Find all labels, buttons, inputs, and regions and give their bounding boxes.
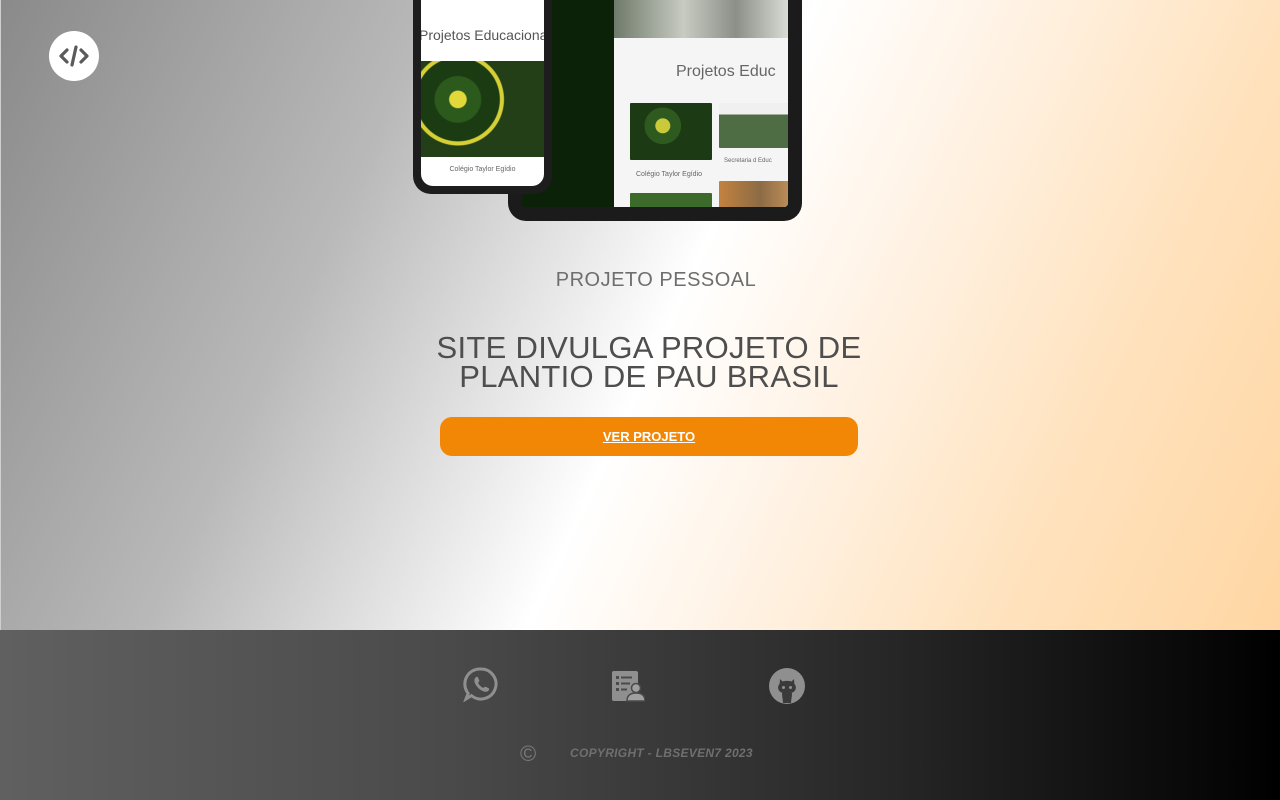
phone-title: Projetos Educacionais (421, 27, 544, 43)
footer (0, 630, 1280, 800)
project-kicker: PROJETO PESSOAL (555, 269, 757, 291)
thumbnail-image (630, 193, 712, 207)
thumbnail-caption: Colégio Taylor Egídio (636, 171, 703, 178)
headline-line: SITE DIVULGA PROJETO DE (436, 330, 862, 365)
tablet-screen: ● ◘ ▶ Projetos Educ Colégio Taylor Egídi… (522, 0, 788, 207)
hero-section: ● ◘ ▶ Projetos Educ Colégio Taylor Egídi… (0, 0, 1280, 630)
thumbnail-image (719, 103, 788, 148)
view-project-button[interactable]: VER PROJETO (440, 417, 858, 456)
project-headline: SITE DIVULGA PROJETO DE PLANTIO DE PAU B… (1, 330, 1280, 394)
headline-line: PLANTIO DE PAU BRASIL (459, 359, 839, 394)
resume-link[interactable] (611, 669, 645, 703)
phone-screen: Projetos Educacionais Colégio Taylor Egí… (421, 0, 544, 186)
phone-project-image (421, 61, 544, 157)
github-icon (769, 668, 805, 704)
thumbnail-caption: Secretaria d Educ (724, 158, 772, 164)
logo-link[interactable] (49, 31, 99, 81)
tablet-content: Projetos Educ Colégio Taylor Egídio Secr… (614, 0, 788, 207)
code-icon (59, 45, 89, 67)
copyright-icon: © (520, 741, 537, 766)
phone-caption: Colégio Taylor Egídio (449, 166, 516, 173)
resume-icon (612, 671, 645, 702)
copyright-text: COPYRIGHT - LBSEVEN7 2023 (570, 746, 753, 760)
phone-mockup: Projetos Educacionais Colégio Taylor Egí… (413, 0, 552, 194)
whatsapp-link[interactable] (463, 666, 499, 702)
thumbnail-image (719, 181, 788, 207)
whatsapp-icon (463, 667, 498, 702)
github-link[interactable] (768, 667, 806, 705)
tablet-banner-image (614, 0, 788, 38)
tablet-mockup: ● ◘ ▶ Projetos Educ Colégio Taylor Egídi… (508, 0, 802, 221)
thumbnail-image (630, 103, 712, 160)
tablet-title: Projetos Educ (676, 63, 776, 80)
